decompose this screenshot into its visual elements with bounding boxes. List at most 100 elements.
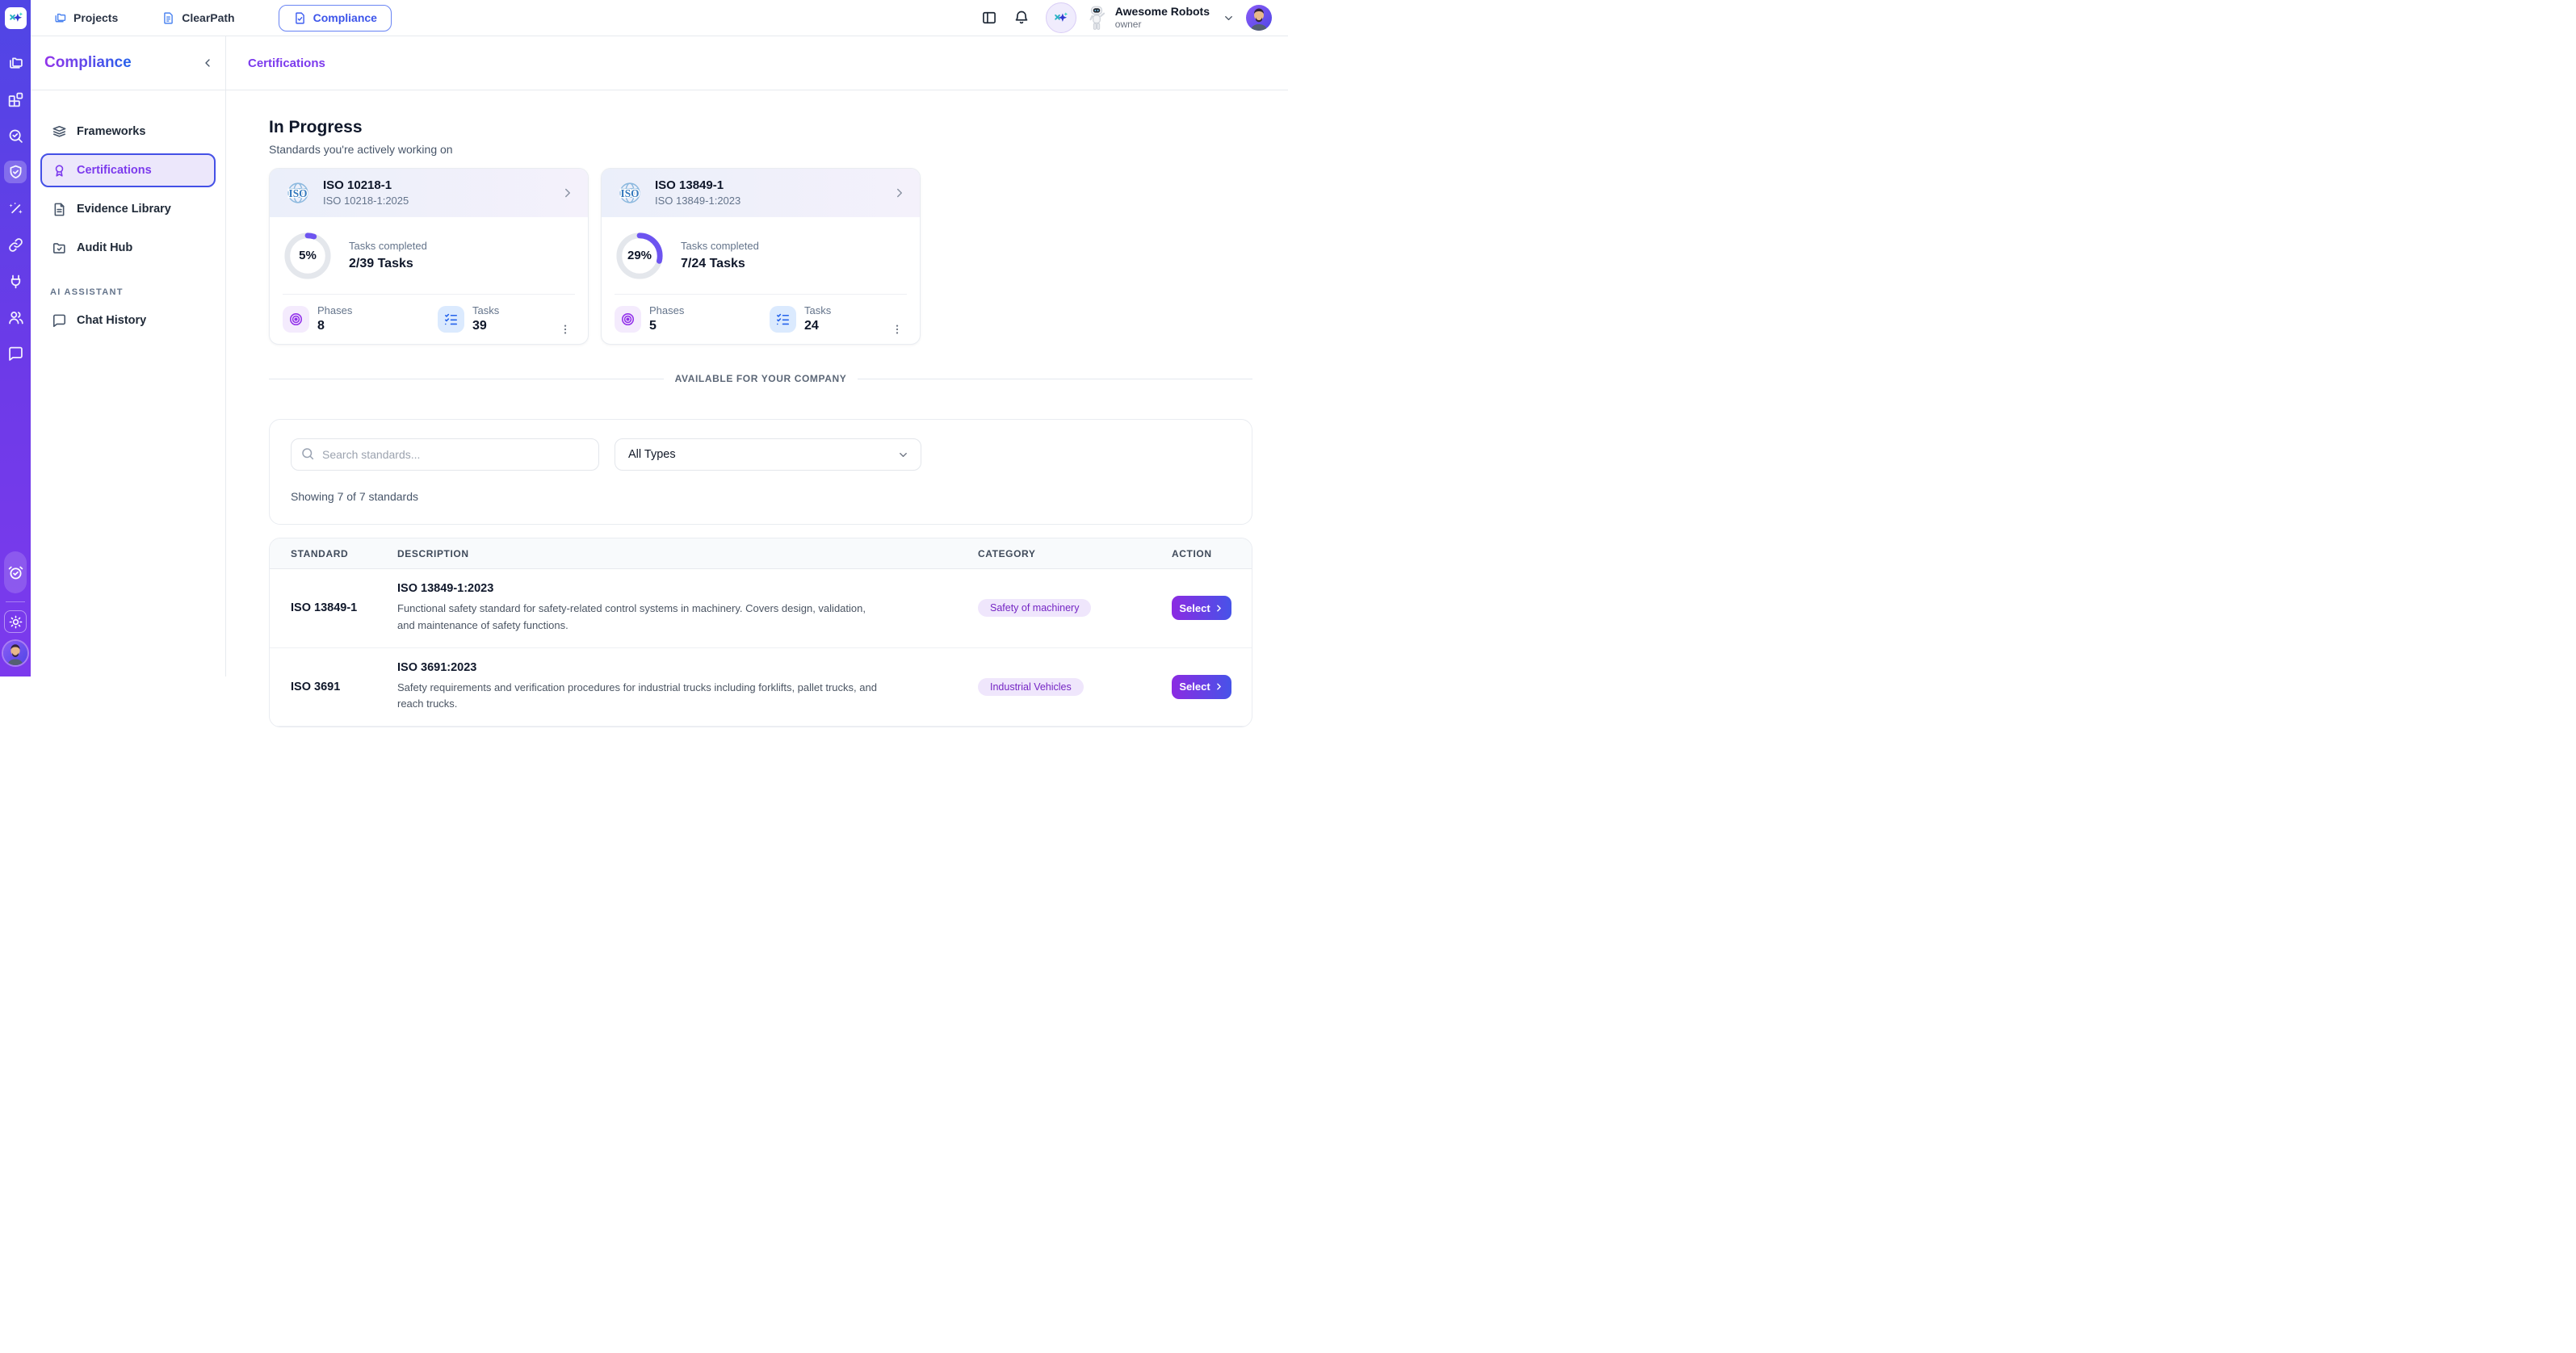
product-tabs: Projects ClearPath Compliance <box>53 5 392 31</box>
tasks-value: 39 <box>472 319 499 333</box>
tasks-fraction: 2/39 Tasks <box>349 257 427 271</box>
type-filter-dropdown[interactable]: All Types <box>615 438 921 471</box>
sidebar-title: Compliance <box>44 54 132 72</box>
rail-divider <box>6 601 25 602</box>
org-role: owner <box>1115 19 1210 31</box>
card-stats: Phases 8 Tasks 39 <box>270 295 588 344</box>
iso-logo: ISO <box>615 178 645 208</box>
row-title: ISO 3691:2023 <box>397 661 978 674</box>
card-menu-kebab-icon[interactable] <box>887 320 907 339</box>
progress-ring: 29% <box>615 231 665 281</box>
breadcrumb-certifications[interactable]: Certifications <box>248 57 325 70</box>
category-badge: Industrial Vehicles <box>978 678 1084 696</box>
notifications-bell-icon[interactable] <box>1009 5 1034 31</box>
sidebar-item-audit-hub[interactable]: Audit Hub <box>40 231 216 265</box>
tasks-text: Tasks 39 <box>472 305 499 333</box>
tab-clearpath[interactable]: ClearPath <box>162 11 234 25</box>
tasks-fraction: 7/24 Tasks <box>681 257 759 271</box>
file-text-icon <box>52 202 67 217</box>
sidebar-collapse-button[interactable] <box>201 57 214 69</box>
select-button[interactable]: Select <box>1172 596 1231 620</box>
card-title-block: ISO 10218-1 ISO 10218-1:2025 <box>323 178 551 208</box>
in-progress-cards: ISO ISO 10218-1 ISO 10218-1:2025 <box>269 168 1252 345</box>
rail-alarm-check-icon[interactable] <box>4 551 27 593</box>
sidebar-header: Compliance <box>31 36 225 90</box>
table-header-row: STANDARD DESCRIPTION CATEGORY ACTION <box>270 538 1252 569</box>
tasks-label: Tasks <box>804 305 831 316</box>
select-button-label: Select <box>1179 681 1210 693</box>
rail-search-check-icon[interactable] <box>4 124 27 147</box>
select-button[interactable]: Select <box>1172 675 1231 699</box>
rail-wand-sparkles-icon[interactable] <box>4 197 27 220</box>
main-content: Certifications In Progress Standards you… <box>226 36 1288 676</box>
tab-projects[interactable]: Projects <box>53 11 118 25</box>
theme-sun-icon[interactable] <box>4 610 27 633</box>
sparkle-x-logo-icon <box>1053 10 1068 26</box>
results-summary: Showing 7 of 7 standards <box>291 490 1231 503</box>
compliance-sidebar: Compliance Frameworks Certifications <box>31 0 226 676</box>
tab-compliance[interactable]: Compliance <box>279 5 392 31</box>
tasks-text: Tasks 24 <box>804 305 831 333</box>
card-progress-section: 5% Tasks completed 2/39 Tasks <box>270 217 588 294</box>
table-row: ISO 3691 ISO 3691:2023 Safety requiremen… <box>270 648 1252 727</box>
card-stats: Phases 5 Tasks 24 <box>602 295 920 344</box>
sidebar-item-label: Frameworks <box>77 125 145 138</box>
rail-chat-icon[interactable] <box>4 342 27 365</box>
progress-percent: 29% <box>615 231 665 281</box>
sidebar-item-evidence-library[interactable]: Evidence Library <box>40 192 216 226</box>
layers-icon <box>52 124 67 140</box>
checklist-icon <box>438 306 464 333</box>
iso-logo: ISO <box>283 178 313 208</box>
card-title-block: ISO 13849-1 ISO 13849-1:2023 <box>655 178 883 208</box>
tab-projects-label: Projects <box>73 11 118 24</box>
chevron-right-icon[interactable] <box>560 186 575 200</box>
content-area: In Progress Standards you're actively wo… <box>226 90 1288 727</box>
chevron-right-icon <box>1214 681 1224 692</box>
sidebar-item-chat-history[interactable]: Chat History <box>40 304 216 337</box>
tasks-completed-label: Tasks completed <box>349 240 427 252</box>
bullseye-icon <box>615 306 641 333</box>
card-menu-kebab-icon[interactable] <box>556 320 575 339</box>
chat-bubble-icon <box>52 313 67 329</box>
org-switcher[interactable]: Awesome Robots owner <box>1086 5 1235 31</box>
phases-text: Phases 8 <box>317 305 352 333</box>
rail-plug-icon[interactable] <box>4 270 27 292</box>
tasks-label: Tasks <box>472 305 499 316</box>
org-name-block: Awesome Robots owner <box>1115 5 1210 31</box>
phases-value: 5 <box>649 319 684 333</box>
column-header-description: DESCRIPTION <box>397 548 978 559</box>
rail-projects-folders-icon[interactable] <box>4 52 27 74</box>
app-logo[interactable] <box>5 7 27 29</box>
column-header-category: CATEGORY <box>978 548 1172 559</box>
chevron-right-icon[interactable] <box>892 186 907 200</box>
chevron-down-icon <box>1223 12 1235 24</box>
rail-user-avatar[interactable] <box>3 641 27 665</box>
page-title: In Progress <box>269 118 1252 137</box>
standard-name: ISO 10218-1 <box>323 178 551 194</box>
rail-users-icon[interactable] <box>4 306 27 329</box>
tasks-completed-block: Tasks completed 7/24 Tasks <box>681 240 759 271</box>
compliance-file-check-icon <box>293 11 307 25</box>
panel-toggle-icon[interactable] <box>976 5 1002 31</box>
standard-card-iso-10218-1[interactable]: ISO ISO 10218-1 ISO 10218-1:2025 <box>269 168 589 345</box>
tasks-stat: Tasks 39 <box>438 305 556 333</box>
card-header: ISO ISO 13849-1 ISO 13849-1:2023 <box>602 169 920 217</box>
robot-mascot-image <box>1086 5 1107 31</box>
type-filter-value: All Types <box>628 448 676 461</box>
rail-shield-check-icon[interactable] <box>4 161 27 183</box>
sidebar-item-frameworks[interactable]: Frameworks <box>40 115 216 149</box>
rail-link-icon[interactable] <box>4 233 27 256</box>
row-description: Safety requirements and verification pro… <box>397 680 882 714</box>
top-navbar: Projects ClearPath Compliance <box>31 0 1288 36</box>
search-icon <box>300 446 315 465</box>
rail-blocks-icon[interactable] <box>4 88 27 111</box>
user-avatar[interactable] <box>1246 5 1272 31</box>
sidebar-item-label: Audit Hub <box>77 241 132 254</box>
ai-assistant-button[interactable] <box>1046 2 1076 33</box>
standards-table: STANDARD DESCRIPTION CATEGORY ACTION ISO… <box>269 538 1252 727</box>
search-input[interactable] <box>291 438 599 471</box>
standard-card-iso-13849-1[interactable]: ISO ISO 13849-1 ISO 13849-1:2023 <box>601 168 921 345</box>
column-header-action: ACTION <box>1172 548 1231 559</box>
tasks-stat: Tasks 24 <box>770 305 887 333</box>
sidebar-item-certifications[interactable]: Certifications <box>40 153 216 187</box>
